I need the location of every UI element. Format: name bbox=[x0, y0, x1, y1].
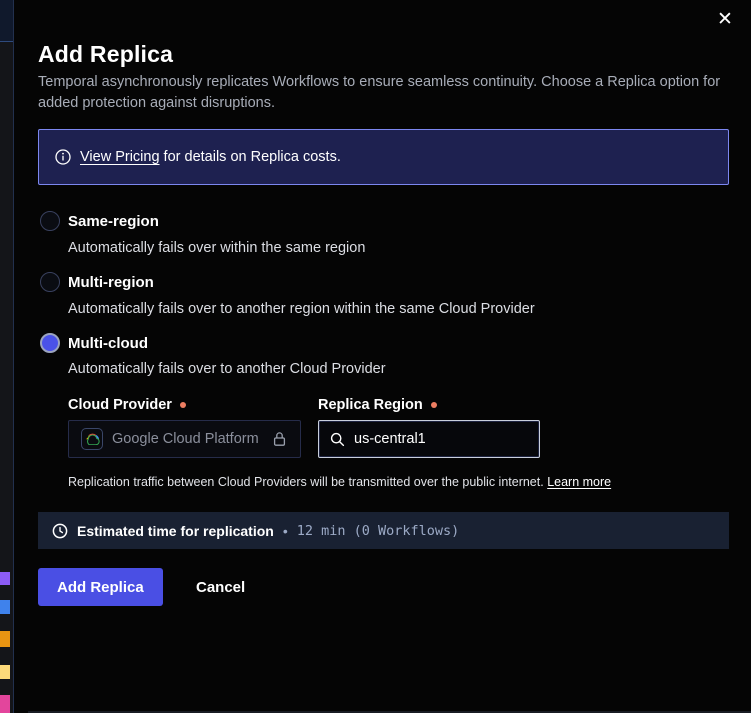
option-label-multi-region[interactable]: Multi-region bbox=[68, 274, 154, 291]
required-dot bbox=[180, 402, 186, 408]
cancel-button[interactable]: Cancel bbox=[184, 568, 257, 606]
page-backdrop-strip bbox=[0, 0, 14, 713]
option-label-same-region[interactable]: Same-region bbox=[68, 213, 159, 230]
option-desc-multi-region: Automatically fails over to another regi… bbox=[68, 301, 535, 317]
replica-region-value: us-central1 bbox=[354, 431, 426, 447]
cloud-provider-value: Google Cloud Platform bbox=[112, 431, 259, 447]
radio-multi-cloud[interactable] bbox=[40, 333, 60, 353]
estimate-value: 12 min (0 Workflows) bbox=[297, 523, 460, 539]
backdrop-stripe-blue bbox=[0, 600, 10, 614]
learn-more-link[interactable]: Learn more bbox=[547, 475, 611, 489]
backdrop-stripe-pink bbox=[0, 695, 10, 713]
public-internet-note: Replication traffic between Cloud Provid… bbox=[68, 475, 611, 489]
option-label-multi-cloud[interactable]: Multi-cloud bbox=[68, 335, 148, 352]
backdrop-stripe-purple bbox=[0, 572, 10, 585]
backdrop-stripe-orange bbox=[0, 631, 10, 647]
backdrop-header-block bbox=[0, 0, 13, 42]
search-icon bbox=[330, 432, 345, 447]
pricing-info-banner: View Pricing for details on Replica cost… bbox=[38, 129, 729, 185]
pricing-banner-text: View Pricing for details on Replica cost… bbox=[80, 149, 341, 165]
clock-icon bbox=[52, 523, 68, 539]
modal-title: Add Replica bbox=[38, 41, 173, 68]
replica-region-label: Replica Region bbox=[318, 397, 437, 413]
backdrop-stripe-yellow bbox=[0, 665, 10, 679]
modal-description: Temporal asynchronously replicates Workf… bbox=[38, 72, 734, 114]
required-dot bbox=[431, 402, 437, 408]
replica-region-input[interactable]: us-central1 bbox=[318, 420, 540, 458]
option-desc-multi-cloud: Automatically fails over to another Clou… bbox=[68, 361, 386, 377]
view-pricing-link[interactable]: View Pricing bbox=[80, 149, 160, 165]
cloud-provider-select: Google Cloud Platform bbox=[68, 420, 301, 458]
estimate-time-banner: Estimated time for replication • 12 min … bbox=[38, 512, 729, 549]
add-replica-modal: ✕ Add Replica Temporal asynchronously re… bbox=[14, 0, 751, 713]
radio-same-region[interactable] bbox=[40, 211, 60, 231]
add-replica-button[interactable]: Add Replica bbox=[38, 568, 163, 606]
cloud-provider-label: Cloud Provider bbox=[68, 397, 186, 413]
radio-multi-region[interactable] bbox=[40, 272, 60, 292]
close-icon[interactable]: ✕ bbox=[713, 8, 737, 32]
add-replica-modal-screen: ✕ Add Replica Temporal asynchronously re… bbox=[0, 0, 751, 713]
option-desc-same-region: Automatically fails over within the same… bbox=[68, 240, 365, 256]
estimate-separator: • bbox=[283, 523, 288, 539]
info-icon bbox=[55, 149, 71, 165]
google-cloud-icon bbox=[81, 428, 103, 450]
estimate-label: Estimated time for replication bbox=[77, 523, 274, 539]
lock-icon bbox=[272, 431, 287, 447]
